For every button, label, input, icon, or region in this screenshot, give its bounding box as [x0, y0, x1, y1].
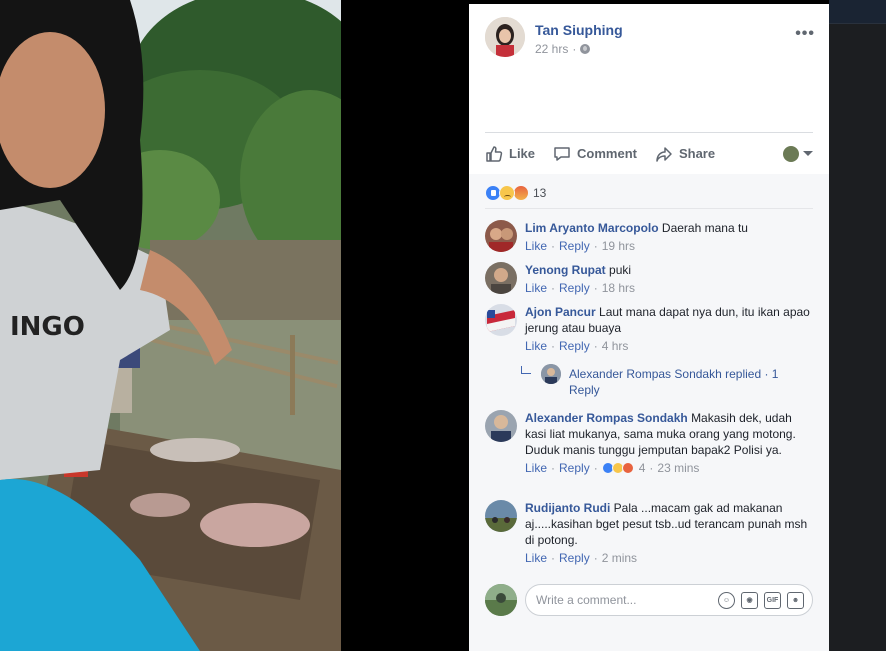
comment-body: Lim Aryanto Marcopolo Daerah mana tu Lik… — [525, 220, 815, 254]
current-user-avatar — [485, 584, 517, 616]
photo-viewer: INGO — [0, 0, 469, 651]
camera-icon[interactable]: ◉ — [741, 591, 758, 609]
share-button[interactable]: Share — [655, 145, 715, 163]
replier-avatar — [541, 364, 561, 384]
top-bar — [829, 0, 886, 24]
comment-reply-link[interactable]: Reply — [559, 338, 590, 354]
actor-avatar — [783, 145, 799, 162]
post-panel: Tan Siuphing 22 hrs · ••• Like Comment S… — [469, 4, 829, 651]
comment-meta: Like · Reply · 18 hrs — [525, 280, 636, 296]
comment-meta: Like · Reply · 2 mins — [525, 550, 638, 566]
comment-time[interactable]: 19 hrs — [602, 238, 635, 254]
angry-reaction-icon — [621, 462, 634, 474]
comment-body: Alexander Rompas Sondakh Makasih dek, ud… — [525, 410, 815, 476]
comment-like-link[interactable]: Like — [525, 550, 547, 566]
comment-reply-link[interactable]: Reply — [559, 238, 590, 254]
comment-button[interactable]: Comment — [553, 145, 637, 163]
post-photo[interactable]: INGO — [0, 0, 341, 651]
reply-arrow-icon — [521, 366, 531, 374]
comment-reactions[interactable] — [601, 462, 634, 474]
comment-body: Ajon Pancur Laut mana dapat nya dun, itu… — [525, 304, 815, 354]
composer-icons: ☺ ◉ GIF ☻ — [718, 591, 804, 609]
actor-selector[interactable] — [783, 145, 813, 162]
comment-time[interactable]: 18 hrs — [602, 280, 635, 296]
comment-input[interactable]: Write a comment... ☺ ◉ GIF ☻ — [525, 584, 813, 616]
post-time-row: 22 hrs · — [535, 42, 591, 56]
comment-text: Daerah mana tu — [661, 221, 748, 235]
sad-reaction-icon — [499, 185, 515, 201]
commenter-name[interactable]: Alexander Rompas Sondakh — [525, 411, 688, 425]
comment-reply-link[interactable]: Reply — [559, 280, 590, 296]
comment-like-link[interactable]: Like — [525, 238, 547, 254]
commenter-avatar[interactable] — [485, 220, 517, 252]
action-bar: Like Comment Share — [485, 132, 813, 174]
background-strip — [829, 0, 886, 651]
post-time[interactable]: 22 hrs — [535, 42, 568, 56]
like-label: Like — [509, 146, 536, 161]
author-name[interactable]: Tan Siuphing — [535, 22, 623, 38]
comment-meta: Like · Reply · 4 · 23 mins — [525, 460, 700, 476]
comment-time[interactable]: 4 hrs — [602, 338, 629, 354]
comment-icon — [554, 146, 570, 161]
author-avatar[interactable] — [485, 17, 525, 57]
share-label: Share — [678, 146, 716, 161]
comment-reply-link[interactable]: Reply — [559, 550, 590, 566]
commenter-name[interactable]: Rudijanto Rudi — [525, 501, 610, 515]
commenter-avatar[interactable] — [485, 304, 517, 336]
angry-reaction-icon — [513, 185, 529, 201]
commenter-avatar[interactable] — [485, 262, 517, 294]
comment-body: Rudijanto Rudi Pala ...macam gak ad maka… — [525, 500, 815, 566]
comment-like-link[interactable]: Like — [525, 338, 547, 354]
comment-input-placeholder: Write a comment... — [536, 593, 637, 607]
emoji-icon[interactable]: ☺ — [718, 591, 735, 609]
share-icon — [656, 146, 672, 162]
comment-reaction-count: 4 — [638, 461, 646, 475]
commenter-avatar[interactable] — [485, 410, 517, 442]
thumbs-up-icon — [486, 145, 503, 162]
more-options-button[interactable]: ••• — [795, 25, 815, 43]
comment-composer: Write a comment... ☺ ◉ GIF ☻ — [485, 584, 813, 618]
comment-meta: Like · Reply · 4 hrs — [525, 338, 629, 354]
divider — [485, 208, 813, 209]
comment-time[interactable]: 23 mins — [657, 460, 699, 476]
like-button[interactable]: Like — [485, 145, 535, 163]
svg-text:INGO: INGO — [10, 312, 85, 342]
gif-icon[interactable]: GIF — [764, 591, 781, 609]
comment-like-link[interactable]: Like — [525, 280, 547, 296]
reaction-count: 13 — [533, 186, 547, 200]
comments-section: 13 Lim Aryanto Marcopolo Daerah mana tu … — [469, 174, 829, 651]
comment-like-link[interactable]: Like — [525, 460, 547, 476]
comment-body: Yenong Rupat puki Like · Reply · 18 hrs — [525, 262, 815, 296]
commenter-name[interactable]: Yenong Rupat — [525, 263, 606, 277]
comment-meta: Like · Reply · 19 hrs — [525, 238, 636, 254]
comment-text: puki — [609, 263, 632, 277]
globe-icon — [580, 44, 591, 54]
commenter-avatar[interactable] — [485, 500, 517, 532]
reaction-summary[interactable]: 13 — [485, 185, 546, 201]
commenter-name[interactable]: Lim Aryanto Marcopolo — [525, 221, 659, 235]
comment-label: Comment — [577, 146, 637, 161]
chevron-down-icon — [803, 151, 813, 156]
post-header: Tan Siuphing 22 hrs · ••• — [485, 17, 815, 61]
reply-thread-text[interactable]: Alexander Rompas Sondakh replied · 1 Rep… — [569, 366, 801, 398]
sticker-icon[interactable]: ☻ — [787, 591, 804, 609]
comment-time[interactable]: 2 mins — [602, 550, 637, 566]
comment-reply-link[interactable]: Reply — [559, 460, 590, 476]
commenter-name[interactable]: Ajon Pancur — [525, 305, 596, 319]
